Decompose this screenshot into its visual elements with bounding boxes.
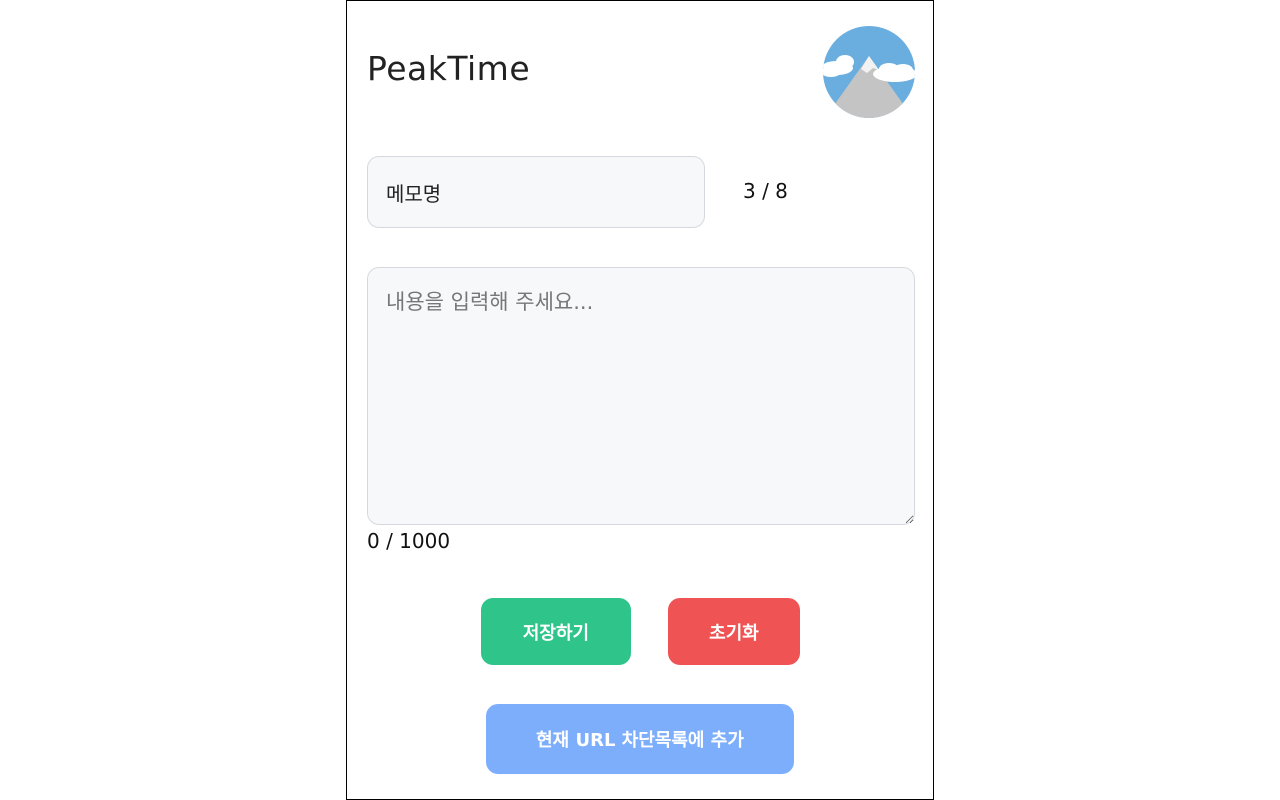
memo-name-input[interactable] [367,156,705,228]
memo-name-char-count: 3 / 8 [743,179,788,203]
reset-button[interactable]: 초기화 [668,598,800,665]
memo-content-textarea[interactable] [367,267,915,525]
memo-content-char-count: 0 / 1000 [367,529,451,553]
popup-container: PeakTime 3 / 8 0 / 1000 저장하기 초기화 현재 URL … [346,0,934,800]
save-button[interactable]: 저장하기 [481,598,631,665]
mountain-logo-icon [823,26,915,118]
app-title: PeakTime [367,49,531,88]
add-url-to-blocklist-button[interactable]: 현재 URL 차단목록에 추가 [486,704,794,774]
